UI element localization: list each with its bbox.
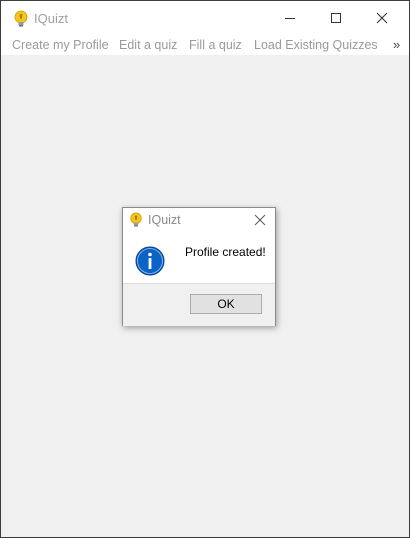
menu-item-edit-quiz[interactable]: Edit a quiz (119, 38, 177, 52)
dialog-title: IQuizt (148, 213, 181, 227)
minimize-button[interactable] (267, 1, 313, 35)
ok-button[interactable]: OK (190, 294, 262, 314)
dialog-footer: OK (123, 283, 275, 326)
menu-item-fill-quiz[interactable]: Fill a quiz (189, 38, 242, 52)
window-title: IQuizt (34, 11, 68, 26)
close-button[interactable] (359, 1, 405, 35)
maximize-button[interactable] (313, 1, 359, 35)
title-bar[interactable]: IQuizt (1, 1, 409, 35)
maximize-icon (331, 13, 341, 23)
menu-item-load-quizzes[interactable]: Load Existing Quizzes (254, 38, 378, 52)
message-dialog: IQuizt Profile created! OK (122, 207, 276, 326)
minimize-icon (285, 18, 295, 19)
dialog-close-button[interactable] (253, 213, 267, 227)
close-icon (254, 214, 266, 226)
menu-bar: Create my Profile Edit a quiz Fill a qui… (1, 35, 409, 55)
close-icon (376, 12, 388, 24)
dialog-body: Profile created! (123, 232, 275, 283)
dialog-message: Profile created! (185, 245, 266, 259)
menu-overflow-chevron-icon[interactable]: » (393, 37, 400, 52)
dialog-title-bar[interactable]: IQuizt (123, 208, 275, 232)
lightbulb-icon (13, 10, 29, 28)
info-icon (135, 246, 165, 276)
menu-item-create-profile[interactable]: Create my Profile (12, 38, 109, 52)
lightbulb-icon (129, 212, 143, 228)
